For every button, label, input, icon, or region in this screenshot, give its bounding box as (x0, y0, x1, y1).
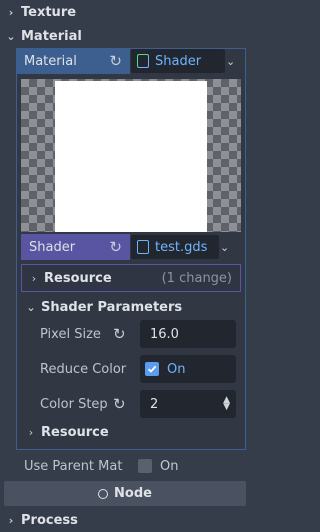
resource-change-count: (1 change) (161, 270, 232, 286)
section-material[interactable]: ⌄ Material (0, 24, 250, 48)
chevron-down-icon: ⌄ (6, 29, 16, 43)
color-step-field[interactable]: 2 ▲ ▼ (140, 390, 236, 418)
chevron-down-icon: ⌄ (26, 300, 36, 314)
section-texture[interactable]: › Texture (0, 0, 250, 24)
dropdown-arrow-icon: ⌄ (220, 240, 230, 254)
shader-file-button[interactable]: test.gds (131, 235, 219, 259)
section-texture-label: Texture (21, 4, 77, 20)
resource-label: Resource (44, 270, 112, 286)
pixel-size-field[interactable]: 16.0 (140, 320, 236, 348)
shader-parameters-title: Shader Parameters (41, 299, 183, 315)
shader-file-label: test.gds (155, 239, 208, 255)
material-type-label: Shader (155, 53, 202, 69)
material-label: Material (24, 53, 77, 69)
checkbox-checked-icon[interactable] (145, 362, 159, 376)
reset-icon[interactable]: ↻ (113, 395, 126, 413)
resource-bottom[interactable]: › Resource (21, 420, 241, 444)
section-material-label: Material (21, 28, 82, 44)
section-process[interactable]: › Process (0, 508, 250, 532)
color-step-value: 2 (150, 396, 159, 412)
chevron-right-icon: › (8, 513, 14, 527)
pixel-size-text: Pixel Size (40, 326, 101, 342)
dropdown-arrow-icon: ⌄ (226, 54, 236, 68)
resource-collapsed[interactable]: › Resource (1 change) (21, 264, 241, 292)
material-dropdown-arrow[interactable]: ⌄ (226, 49, 244, 73)
material-row-label: Material ↻ (16, 48, 130, 74)
chevron-right-icon: › (28, 425, 34, 439)
circle-icon (98, 488, 109, 499)
checkbox-unchecked-icon[interactable] (138, 459, 152, 473)
use-parent-label: Use Parent Mat (24, 454, 122, 478)
shader-file-icon (137, 54, 149, 68)
reset-icon[interactable]: ↻ (113, 325, 126, 343)
reduce-color-text: Reduce Color (40, 361, 127, 377)
material-type-button[interactable]: Shader (131, 49, 225, 73)
shader-dropdown-arrow[interactable]: ⌄ (220, 235, 238, 259)
chevron-right-icon: › (31, 271, 37, 285)
shader-row-label: Shader ↻ (21, 234, 130, 260)
reset-icon[interactable]: ↻ (109, 52, 122, 70)
material-preview (21, 79, 241, 232)
reduce-color-value: On (167, 361, 186, 377)
reset-icon[interactable]: ↻ (109, 238, 122, 256)
preview-white-square (55, 81, 207, 232)
node-section-label: Node (114, 486, 152, 501)
section-process-label: Process (21, 512, 78, 528)
use-parent-text: Use Parent Mat (24, 458, 123, 474)
use-parent-value: On (160, 458, 179, 474)
resource-bottom-label: Resource (41, 424, 109, 440)
node-section[interactable]: Node (4, 481, 246, 506)
shader-label: Shader (29, 239, 76, 255)
color-step-label: Color Step (40, 390, 108, 418)
use-parent-toggle[interactable]: On (138, 454, 178, 478)
reduce-color-toggle[interactable]: On (140, 355, 236, 383)
pixel-size-value: 16.0 (150, 326, 179, 342)
shader-parameters-header[interactable]: ⌄ Shader Parameters (21, 295, 241, 319)
shader-file-icon (137, 240, 149, 254)
spin-arrows-icon[interactable]: ▲ ▼ (223, 396, 230, 412)
chevron-right-icon: › (8, 5, 14, 19)
color-step-text: Color Step (40, 396, 108, 412)
pixel-size-label: Pixel Size (40, 320, 101, 348)
reduce-color-label: Reduce Color (40, 355, 126, 383)
